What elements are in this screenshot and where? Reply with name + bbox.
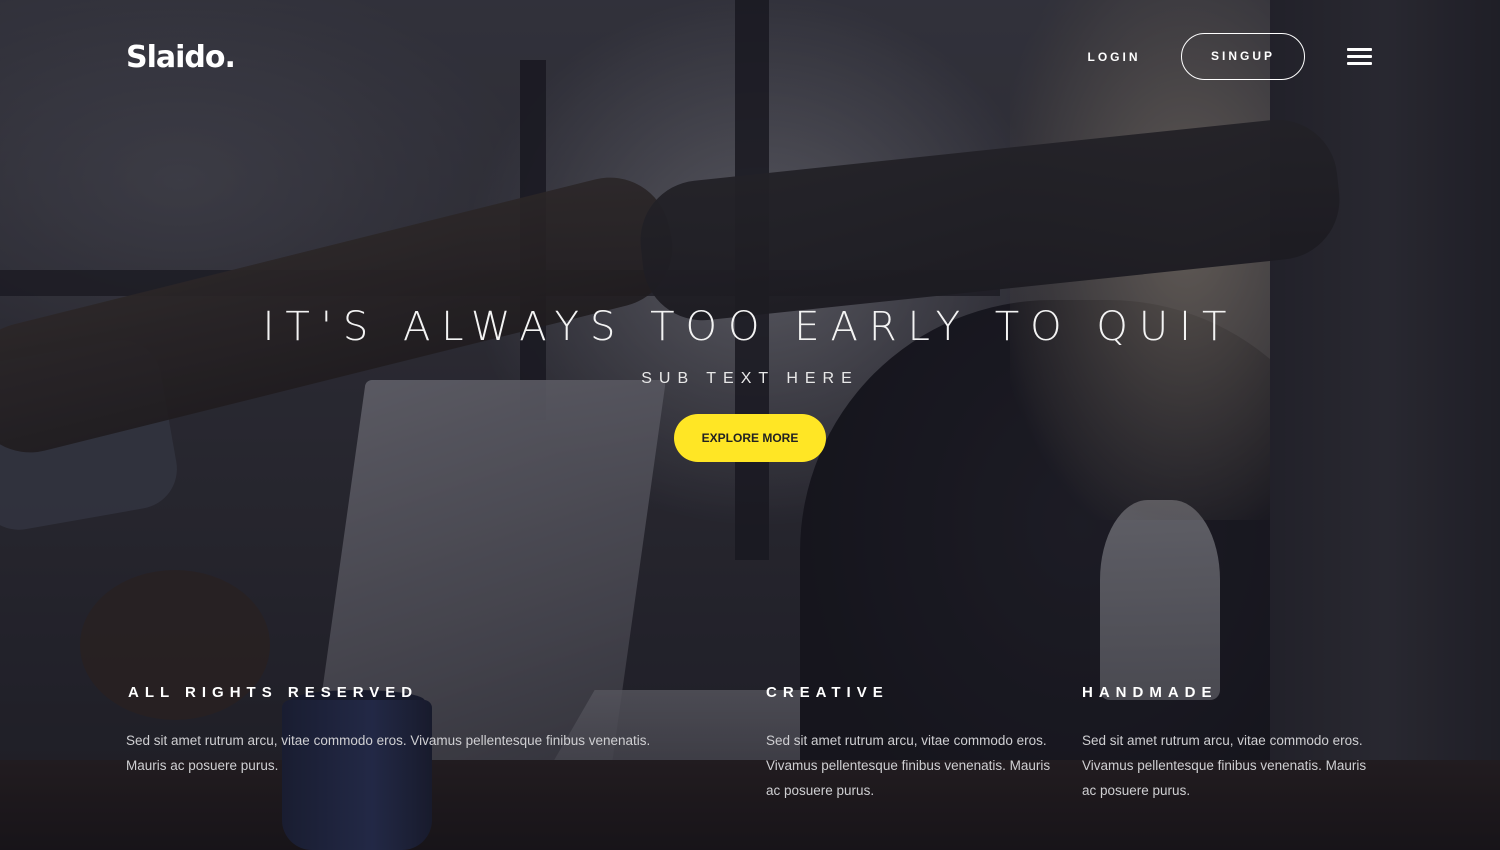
feature-column: ALL RIGHTS RESERVED Sed sit amet rutrum … [126, 682, 686, 778]
feature-text: Sed sit amet rutrum arcu, vitae commodo … [126, 733, 651, 773]
feature-title: CREATIVE [766, 684, 889, 701]
hamburger-menu-icon[interactable] [1347, 46, 1373, 66]
feature-text: Sed sit amet rutrum arcu, vitae commodo … [1082, 733, 1367, 798]
explore-more-button[interactable]: EXPLORE MORE [674, 414, 826, 462]
feature-title: HANDMADE [1082, 684, 1218, 701]
hero-headline: IT'S ALWAYS TOO EARLY TO QUIT [262, 304, 1238, 350]
hero-section: Slaido. LOGIN SINGUP IT'S ALWAYS TOO EAR… [0, 0, 1500, 850]
signup-button[interactable]: SINGUP [1181, 33, 1305, 80]
site-header: Slaido. LOGIN SINGUP [0, 0, 1500, 110]
menu-line [1347, 48, 1372, 51]
menu-line [1347, 55, 1372, 58]
login-link[interactable]: LOGIN [1078, 46, 1150, 68]
hero-subtext: SUB TEXT HERE [641, 370, 859, 387]
feature-column: CREATIVE Sed sit amet rutrum arcu, vitae… [766, 682, 1066, 803]
feature-column: HANDMADE Sed sit amet rutrum arcu, vitae… [1082, 682, 1382, 803]
feature-text: Sed sit amet rutrum arcu, vitae commodo … [766, 733, 1051, 798]
site-logo[interactable]: Slaido. [126, 40, 236, 75]
feature-title: ALL RIGHTS RESERVED [128, 684, 419, 701]
menu-line [1347, 62, 1372, 65]
